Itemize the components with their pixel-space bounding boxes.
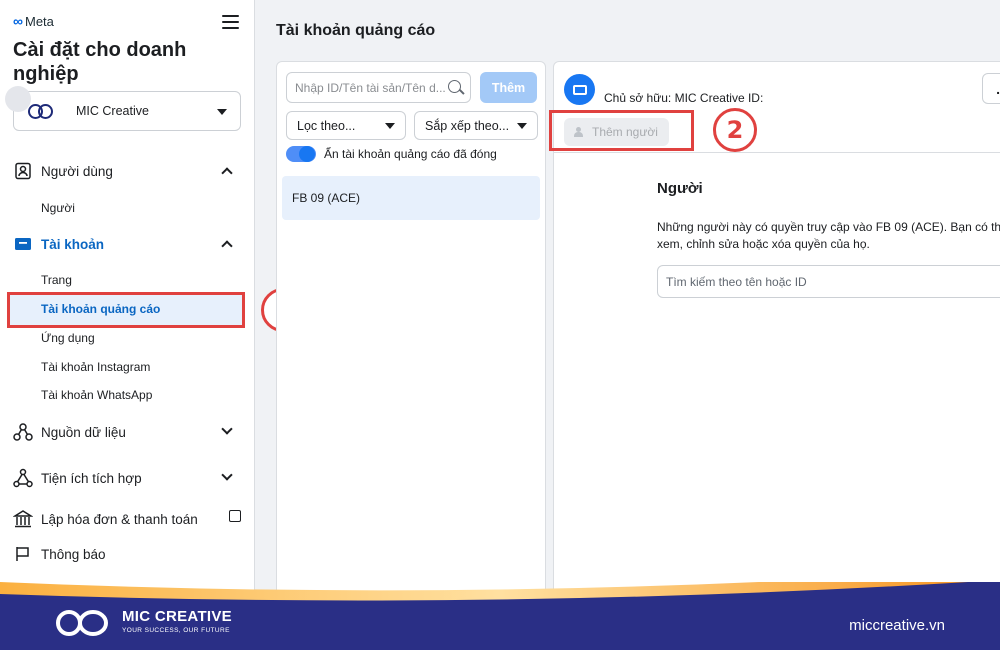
sidebar: ∞ Meta Cài đặt cho doanh nghiệp MIC Creat… xyxy=(0,0,255,650)
data-source-icon xyxy=(13,422,33,442)
chevron-down-icon xyxy=(221,423,233,435)
nav-section-integrations[interactable]: Tiện ích tích hợp xyxy=(13,467,243,489)
sort-dropdown[interactable]: Sắp xếp theo... xyxy=(414,111,538,140)
ad-account-icon xyxy=(564,74,595,105)
business-logo-icon xyxy=(28,104,54,119)
meta-infinity-icon: ∞ xyxy=(13,13,23,29)
sidebar-item-pages[interactable]: Trang xyxy=(41,273,72,287)
nav-section-notifications[interactable]: Thông báo xyxy=(13,543,243,565)
detail-header: Chủ sở hữu: MIC Creative ID: ... Thêm ng… xyxy=(549,62,1000,153)
briefcase-icon xyxy=(13,234,33,254)
user-card-icon xyxy=(13,161,33,181)
business-selector[interactable]: MIC Creative xyxy=(5,86,241,131)
people-description: Những người này có quyền truy cập vào FB… xyxy=(657,220,1000,251)
bell-icon xyxy=(13,544,33,564)
caret-down-icon xyxy=(517,123,527,129)
step-2-marker: 2 xyxy=(713,108,757,152)
people-heading: Người xyxy=(657,180,703,197)
asset-search-input[interactable]: Nhập ID/Tên tài sản/Tên d... xyxy=(286,72,471,103)
section-heading: Tài khoản quảng cáo xyxy=(276,22,436,39)
footer-slogan: YOUR SUCCESS, OUR FUTURE xyxy=(122,627,230,634)
search-icon xyxy=(448,80,461,93)
filter-dropdown[interactable]: Lọc theo... xyxy=(286,111,406,140)
meta-logo[interactable]: ∞ Meta xyxy=(13,13,54,29)
add-person-button[interactable]: Thêm người xyxy=(564,118,669,146)
chevron-down-icon xyxy=(221,469,233,481)
integrations-icon xyxy=(13,468,33,488)
nav-section-accounts[interactable]: Tài khoản xyxy=(13,233,243,255)
add-button[interactable]: Thêm xyxy=(480,72,537,103)
bank-icon xyxy=(13,509,33,529)
nav-section-billing[interactable]: Lập hóa đơn & thanh toán xyxy=(13,508,243,530)
chevron-up-icon xyxy=(221,240,233,252)
sidebar-item-ad-accounts[interactable]: Tài khoản quảng cáo xyxy=(41,302,160,316)
business-name: MIC Creative xyxy=(76,104,149,118)
sidebar-item-whatsapp[interactable]: Tài khoản WhatsApp xyxy=(41,388,152,402)
footer-brand: MIC CREATIVE xyxy=(122,608,232,625)
sidebar-item-apps[interactable]: Ứng dụng xyxy=(41,331,95,345)
caret-down-icon xyxy=(385,123,395,129)
person-icon xyxy=(573,127,583,137)
chevron-up-icon xyxy=(221,167,233,179)
ad-account-list-panel: Nhập ID/Tên tài sản/Tên d... Thêm Lọc th… xyxy=(276,61,546,650)
nav-section-users[interactable]: Người dùng xyxy=(13,160,243,182)
caret-down-icon xyxy=(217,109,227,115)
sidebar-item-people[interactable]: Người xyxy=(41,201,75,215)
sidebar-item-instagram[interactable]: Tài khoản Instagram xyxy=(41,360,150,374)
people-search-input[interactable]: Tìm kiếm theo tên hoặc ID xyxy=(657,265,1000,298)
list-item[interactable]: FB 09 (ACE) xyxy=(282,176,540,220)
nav-section-data-sources[interactable]: Nguồn dữ liệu xyxy=(13,421,243,443)
page-title: Cài đặt cho doanh nghiệp xyxy=(13,39,187,85)
account-detail-panel: Chủ sở hữu: MIC Creative ID: ... Thêm ng… xyxy=(549,61,1000,650)
owner-info: Chủ sở hữu: MIC Creative ID: xyxy=(604,91,764,105)
more-options-button[interactable]: ... xyxy=(982,73,1000,104)
menu-icon[interactable] xyxy=(222,15,239,33)
hide-closed-toggle-row: Ẩn tài khoản quảng cáo đã đóng xyxy=(286,146,497,162)
hide-closed-toggle[interactable] xyxy=(286,146,316,162)
external-link-icon[interactable] xyxy=(229,510,241,522)
mic-creative-logo xyxy=(56,610,108,636)
footer-website: miccreative.vn xyxy=(849,617,945,634)
